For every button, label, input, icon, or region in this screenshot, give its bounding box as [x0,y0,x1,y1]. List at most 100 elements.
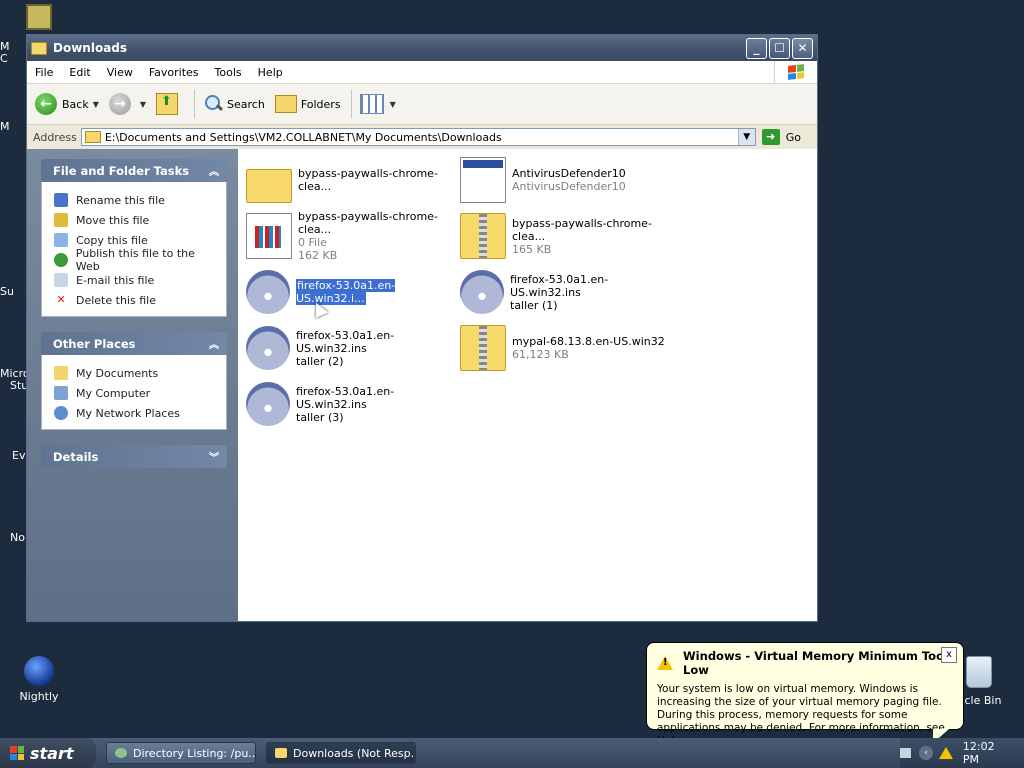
file-item-selected[interactable]: firefox-53.0a1.en-US.win32.i... [246,267,458,317]
menu-favorites[interactable]: Favorites [141,66,207,79]
task-email[interactable]: E-mail this file [54,270,220,290]
address-bar: Address E:\Documents and Settings\VM2.CO… [27,125,817,150]
task-rename[interactable]: Rename this file [54,190,220,210]
task-move[interactable]: Move this file [54,210,220,230]
file-name: bypass-paywalls-chrome-clea... [512,216,652,243]
menu-help[interactable]: Help [250,66,291,79]
taskbar-item-directory-listing[interactable]: Directory Listing: /pu... [106,742,256,764]
warning-icon [657,656,673,670]
task-delete[interactable]: ✕ Delete this file [54,290,220,310]
start-label: start [30,743,74,763]
file-item[interactable]: AntivirusDefender10 AntivirusDefender10 [460,155,672,205]
collapse-icon[interactable]: ︽ [209,163,219,178]
file-item[interactable]: firefox-53.0a1.en-US.win32.ins taller (2) [246,323,458,373]
search-button[interactable]: Search [203,94,265,114]
desktop-edge-label: C [0,52,8,65]
place-my-computer[interactable]: My Computer [54,383,220,403]
menu-view[interactable]: View [99,66,141,79]
file-detail: 0 File [298,236,327,249]
file-size: 61,123 KB [512,348,569,361]
task-label: Publish this file to the Web [75,247,195,273]
installer-icon [246,326,290,370]
up-folder-button[interactable] [156,93,184,115]
desktop-edge-label: No [10,531,25,544]
collapse-icon[interactable]: ︽ [209,336,219,351]
menu-edit[interactable]: Edit [61,66,98,79]
file-size: 165 KB [512,242,552,256]
taskbar-item-label: Downloads (Not Resp... [293,746,416,760]
menu-tools[interactable]: Tools [207,66,250,79]
place-label: My Network Places [76,406,180,420]
file-item[interactable]: bypass-paywalls-chrome-clea... 165 KB [460,211,672,261]
keyboard-icon[interactable] [900,748,912,758]
menu-file[interactable]: File [27,66,61,79]
recycle-bin-icon [966,656,992,688]
chevron-down-icon[interactable]: ▼ [140,100,146,109]
explorer-window: Downloads _ ☐ ✕ File Edit View Favorites… [26,34,818,622]
delete-icon: ✕ [56,293,66,306]
back-button[interactable]: ← Back ▼ [35,93,99,115]
desktop-icon-recycle-bin[interactable]: ycle Bin [958,656,1024,707]
start-button[interactable]: start [0,738,96,768]
address-dropdown-button[interactable]: ▼ [737,129,755,145]
go-label: Go [785,130,801,144]
folders-button[interactable]: Folders [274,95,341,113]
minimize-button[interactable]: _ [746,37,767,59]
panel-header[interactable]: Details ︾ [41,445,227,468]
views-icon [359,94,384,114]
toolbar-divider [350,90,352,118]
desktop-icon-nightly[interactable]: Nightly [14,656,64,703]
address-label: Address [33,130,77,144]
place-my-network-places[interactable]: My Network Places [54,403,220,423]
panel-title: Other Places [53,336,136,351]
file-item[interactable]: firefox-53.0a1.en-US.win32.ins taller (3) [246,379,458,429]
file-name-cont: taller (1) [510,298,558,312]
balloon-title: Windows - Virtual Memory Minimum Too Low [683,649,944,677]
notification-balloon[interactable]: Windows - Virtual Memory Minimum Too Low… [646,642,964,747]
file-folder-tasks-panel: File and Folder Tasks ︽ Rename this file… [41,159,227,317]
windows-logo-icon [774,61,817,83]
panel-header[interactable]: File and Folder Tasks ︽ [41,159,227,182]
desktop-edge-label: Ev [12,449,26,462]
forward-button[interactable]: → ▼ [108,93,146,115]
views-button[interactable]: ▼ [359,94,396,114]
title-bar[interactable]: Downloads _ ☐ ✕ [27,35,817,61]
tray-expand-icon[interactable]: ‹ [919,746,933,760]
file-item[interactable]: firefox-53.0a1.en-US.win32.ins taller (1) [460,267,672,317]
chevron-down-icon[interactable]: ▼ [390,100,396,109]
place-my-documents[interactable]: My Documents [54,363,220,383]
panel-title: File and Folder Tasks [53,163,190,178]
task-publish[interactable]: Publish this file to the Web [54,247,220,273]
file-name: AntivirusDefender10 [512,167,626,180]
file-item[interactable]: bypass-paywalls-chrome-clea... 0 File 162 … [246,210,458,262]
network-places-icon [54,406,68,420]
globe-icon [54,253,68,267]
file-item[interactable]: bypass-paywalls-chrome-clea... [246,155,458,205]
taskbar-item-downloads[interactable]: Downloads (Not Resp... [266,742,416,764]
panel-header[interactable]: Other Places ︽ [41,332,227,355]
maximize-button[interactable]: ☐ [769,37,790,59]
up-folder-icon [156,93,179,115]
copy-icon [54,233,68,247]
my-documents-icon [54,366,68,380]
balloon-close-button[interactable]: x [941,647,957,663]
close-button[interactable]: ✕ [792,37,813,59]
folder-icon [275,748,287,758]
folder-icon [84,131,101,143]
zip-folder-icon [460,213,506,259]
panel-title: Details [53,449,99,464]
go-button[interactable]: ➜ Go [761,129,801,145]
desktop-top-icon[interactable] [26,4,52,30]
address-input[interactable]: E:\Documents and Settings\VM2.COLLABNET\… [80,128,756,146]
folders-icon [274,95,297,113]
file-size: 162 KB [298,249,338,262]
file-detail: AntivirusDefender10 [512,180,626,193]
clock[interactable]: 12:02 PM [963,740,1012,766]
file-name-cont: taller (3) [296,410,344,424]
expand-icon[interactable]: ︾ [209,449,219,464]
file-name[interactable]: firefox-53.0a1.en-US.win32.i... [294,278,397,306]
forward-arrow-icon: → [108,93,131,115]
warning-icon[interactable] [938,747,953,759]
chevron-down-icon[interactable]: ▼ [93,100,99,109]
file-item[interactable]: mypal-68.13.8.en-US.win32 61,123 KB [460,323,672,373]
